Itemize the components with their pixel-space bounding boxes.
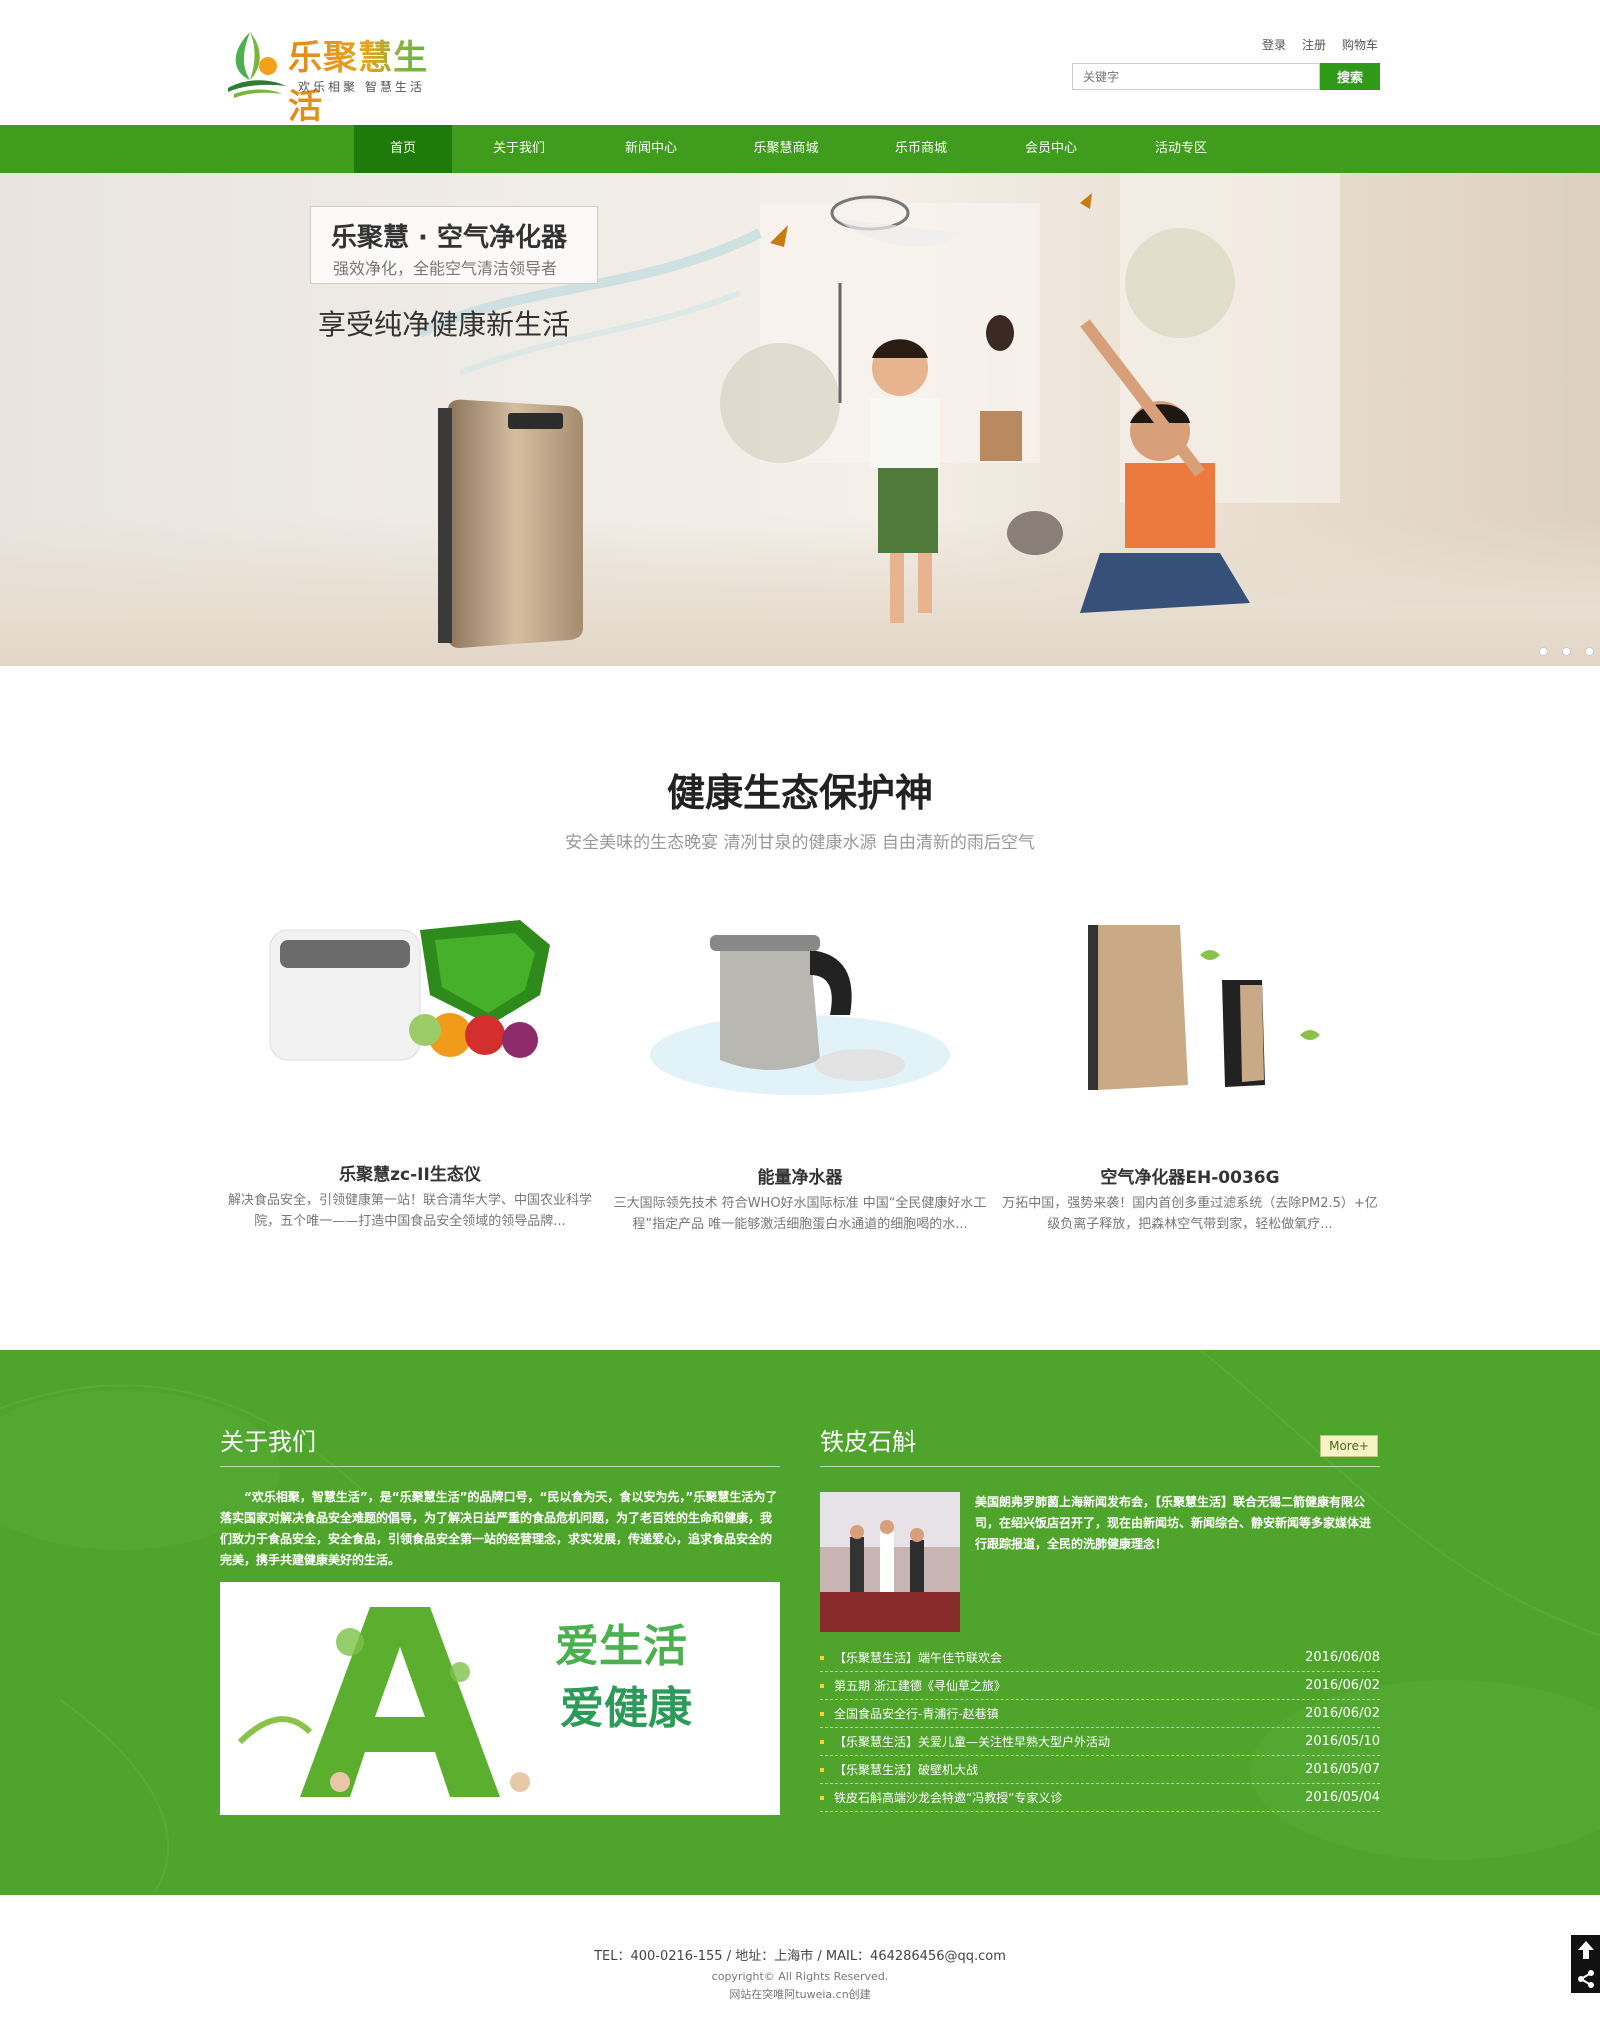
pager-dot[interactable] bbox=[1562, 647, 1571, 656]
product-desc: 解决食品安全，引领健康第一站！联合清华大学、中国农业科学院，五个唯一——打造中国… bbox=[227, 1193, 592, 1229]
banner-subtitle: 强效净化，全能空气清洁领导者 bbox=[333, 259, 558, 278]
news-summary[interactable]: 美国朗弗罗肺菌上海新闻发布会，【乐聚慧生活】联合无锡二箭健康有限公司，在绍兴饭店… bbox=[975, 1492, 1380, 1555]
top-links: 登录 注册 购物车 bbox=[1262, 36, 1378, 53]
banner-illustration bbox=[417, 173, 1340, 623]
products-title: 健康生态保护神 bbox=[666, 771, 933, 815]
about-text: “欢乐相聚，智慧生活”，是“乐聚慧生活”的品牌口号，“民以食为天，食以安为先，”… bbox=[220, 1490, 778, 1567]
product-name[interactable]: 空气净化器EH-0036G bbox=[1000, 1163, 1380, 1188]
main-nav: 首页 关于我们 新闻中心 乐聚慧商城 乐币商城 会员中心 活动专区 bbox=[0, 125, 1600, 173]
news-item-title[interactable]: 第五期 浙江建德《寻仙草之旅》 bbox=[834, 1679, 1006, 1693]
about-news-section: 关于我们 “欢乐相聚，智慧生活”，是“乐聚慧生活”的品牌口号，“民以食为天，食以… bbox=[0, 1350, 1600, 1895]
bullet-icon bbox=[820, 1712, 824, 1716]
news-item[interactable]: 【乐聚慧生活】破壁机大战 2016/05/07 bbox=[820, 1756, 1380, 1784]
banner-title: 乐聚慧 · 空气净化器 bbox=[331, 223, 567, 253]
news-item-title[interactable]: 【乐聚慧生活】关爱儿童—关注性早熟大型户外活动 bbox=[834, 1735, 1110, 1749]
news-more-button[interactable]: More+ bbox=[1320, 1435, 1378, 1457]
search-bar: 搜索 bbox=[1072, 63, 1380, 90]
news-item-date: 2016/06/02 bbox=[1305, 1678, 1380, 1693]
logo-slogan: 欢乐相聚 智慧生活 bbox=[298, 80, 425, 94]
product-card[interactable]: 能量净水器 三大国际领先技术 符合WHO好水国际标准 中国“全民健康好水工程”指… bbox=[610, 885, 990, 1265]
news-item[interactable]: 铁皮石斛高端沙龙会特邀“冯教授”专家义诊 2016/05/04 bbox=[820, 1784, 1380, 1812]
news-item-date: 2016/05/07 bbox=[1305, 1762, 1380, 1777]
product-name[interactable]: 能量净水器 bbox=[610, 1163, 990, 1188]
bullet-icon bbox=[820, 1796, 824, 1800]
share-icon[interactable] bbox=[1571, 1964, 1600, 1993]
product-desc: 三大国际领先技术 符合WHO好水国际标准 中国“全民健康好水工程”指定产品 唯一… bbox=[613, 1196, 987, 1232]
footer-copyright: copyright© All Rights Reserved. bbox=[711, 1970, 889, 1983]
eco-device-image bbox=[269, 920, 550, 1061]
nav-item-news[interactable]: 新闻中心 bbox=[586, 125, 716, 173]
banner-title-box: 乐聚慧 · 空气净化器 强效净化，全能空气清洁领导者 bbox=[310, 206, 598, 284]
news-image[interactable] bbox=[820, 1492, 960, 1632]
about-title: 关于我们 bbox=[220, 1428, 316, 1456]
side-toolbar bbox=[1571, 1935, 1600, 1993]
nav-item-store[interactable]: 乐聚慧商城 bbox=[716, 125, 856, 173]
news-title: 铁皮石斛 bbox=[820, 1428, 916, 1456]
nav-item-home[interactable]: 首页 bbox=[354, 125, 452, 173]
about-image-text-2: 爱健康 bbox=[560, 1683, 692, 1734]
air-purifier-image bbox=[438, 399, 583, 648]
leaf-logo-icon bbox=[228, 32, 286, 98]
news-item[interactable]: 第五期 浙江建德《寻仙草之旅》 2016/06/02 bbox=[820, 1672, 1380, 1700]
nav-item-member[interactable]: 会员中心 bbox=[986, 125, 1116, 173]
news-item-title[interactable]: 【乐聚慧生活】端午佳节联欢会 bbox=[834, 1651, 1002, 1665]
product-card[interactable]: 空气净化器EH-0036G 万拓中国，强势来袭！国内首创多重过滤系统（去除PM2… bbox=[1000, 885, 1380, 1265]
news-item-date: 2016/05/10 bbox=[1305, 1734, 1380, 1749]
search-input[interactable] bbox=[1072, 63, 1320, 90]
cart-link[interactable]: 购物车 bbox=[1342, 36, 1378, 53]
bullet-icon bbox=[820, 1740, 824, 1744]
news-list: 【乐聚慧生活】端午佳节联欢会 2016/06/08 第五期 浙江建德《寻仙草之旅》… bbox=[820, 1644, 1380, 1812]
search-button[interactable]: 搜索 bbox=[1320, 63, 1380, 90]
news-item-title[interactable]: 全国食品安全行-青浦行-赵巷镇 bbox=[834, 1707, 999, 1721]
pager-dot[interactable] bbox=[1539, 647, 1548, 656]
water-purifier-image bbox=[650, 935, 950, 1095]
about-image-text-1: 爱生活 bbox=[555, 1621, 687, 1672]
nav-item-about[interactable]: 关于我们 bbox=[452, 125, 586, 173]
footer-contact: TEL：400-0216-155 / 地址：上海市 / MAIL：4642864… bbox=[594, 1949, 1006, 1964]
news-divider bbox=[820, 1466, 1380, 1467]
bullet-icon bbox=[820, 1684, 824, 1688]
about-divider bbox=[220, 1466, 780, 1467]
product-desc: 万拓中国，强势来袭！国内首创多重过滤系统（去除PM2.5）+亿级负离子释放，把森… bbox=[1002, 1196, 1378, 1232]
news-item-title[interactable]: 【乐聚慧生活】破壁机大战 bbox=[834, 1763, 978, 1777]
nav-item-events[interactable]: 活动专区 bbox=[1116, 125, 1246, 173]
banner-pager bbox=[1539, 647, 1594, 656]
product-name[interactable]: 乐聚慧zc-II生态仪 bbox=[220, 1160, 600, 1185]
footer-built-with[interactable]: 网站在突唯阿tuweia.cn创建 bbox=[0, 1986, 1600, 2002]
news-item[interactable]: 全国食品安全行-青浦行-赵巷镇 2016/06/02 bbox=[820, 1700, 1380, 1728]
banner-slogan: 享受纯净健康新生活 bbox=[318, 308, 571, 341]
arrow-up-icon[interactable] bbox=[1571, 1935, 1600, 1964]
product-card[interactable]: 乐聚慧zc-II生态仪 解决食品安全，引领健康第一站！联合清华大学、中国农业科学… bbox=[220, 885, 600, 1245]
news-item-title[interactable]: 铁皮石斛高端沙龙会特邀“冯教授”专家义诊 bbox=[834, 1791, 1062, 1805]
news-item-date: 2016/05/04 bbox=[1305, 1790, 1380, 1805]
products-subtitle: 安全美味的生态晚宴 清冽甘泉的健康水源 自由清新的雨后空气 bbox=[565, 833, 1035, 853]
register-link[interactable]: 注册 bbox=[1302, 36, 1326, 53]
hero-banner[interactable]: 乐聚慧 · 空气净化器 强效净化，全能空气清洁领导者 享受纯净健康新生活 bbox=[0, 173, 1600, 666]
air-purifier-product-image bbox=[1088, 925, 1320, 1090]
bullet-icon bbox=[820, 1768, 824, 1772]
news-item-date: 2016/06/02 bbox=[1305, 1706, 1380, 1721]
news-item-date: 2016/06/08 bbox=[1305, 1650, 1380, 1665]
news-item[interactable]: 【乐聚慧生活】关爱儿童—关注性早熟大型户外活动 2016/05/10 bbox=[820, 1728, 1380, 1756]
about-image[interactable]: 爱生活 爱健康 bbox=[220, 1582, 780, 1815]
logo[interactable]: 乐聚慧生活 欢乐相聚 智慧生活 bbox=[220, 22, 460, 127]
login-link[interactable]: 登录 bbox=[1262, 36, 1286, 53]
pager-dot[interactable] bbox=[1585, 647, 1594, 656]
news-item[interactable]: 【乐聚慧生活】端午佳节联欢会 2016/06/08 bbox=[820, 1644, 1380, 1672]
nav-item-coin-store[interactable]: 乐币商城 bbox=[856, 125, 986, 173]
site-header: 乐聚慧生活 欢乐相聚 智慧生活 登录 注册 购物车 搜索 bbox=[0, 0, 1600, 127]
bullet-icon bbox=[820, 1656, 824, 1660]
